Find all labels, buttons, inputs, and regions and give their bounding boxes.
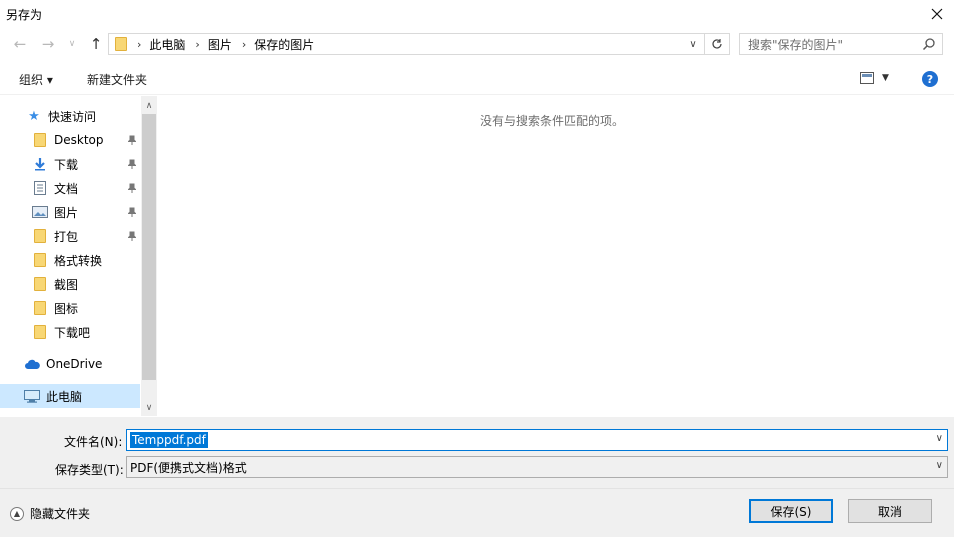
divider <box>0 488 954 489</box>
filetype-select[interactable]: PDF(便携式文档)格式 ∨ <box>126 456 948 478</box>
breadcrumb-pictures[interactable]: 图片 <box>208 36 232 53</box>
address-dropdown-button[interactable]: ∨ <box>683 34 703 54</box>
refresh-button[interactable] <box>704 33 729 55</box>
close-icon <box>931 8 943 20</box>
filename-value: Temppdf.pdf <box>130 432 208 448</box>
window-title: 另存为 <box>6 8 43 22</box>
navigation-pane: ★ 快速访问 Desktop 下载 文档 图片 打包 格式转换 截图 图标 下载… <box>0 96 157 416</box>
new-folder-button[interactable]: 新建文件夹 <box>87 71 147 88</box>
folder-icon <box>115 37 127 51</box>
chevron-up-icon: ∧ <box>145 101 153 111</box>
sidebar-item-desktop[interactable]: Desktop <box>32 128 140 152</box>
filename-label: 文件名(N): <box>64 435 123 449</box>
sidebar-item-screenshots[interactable]: 截图 <box>32 272 140 296</box>
download-arrow-icon <box>32 156 48 172</box>
breadcrumb-this-pc[interactable]: 此电脑 <box>149 36 185 53</box>
folder-icon <box>34 325 46 339</box>
sidebar-item-format-convert[interactable]: 格式转换 <box>32 248 140 272</box>
search-icon <box>922 38 935 51</box>
sidebar-item-pack[interactable]: 打包 <box>32 224 140 248</box>
up-arrow-icon: ↑ <box>89 35 103 53</box>
folder-icon <box>34 301 46 315</box>
pin-icon <box>127 230 137 244</box>
view-icon <box>860 72 874 84</box>
filetype-value: PDF(便携式文档)格式 <box>130 460 247 475</box>
forward-button[interactable]: → <box>38 34 58 54</box>
chevron-right-icon: › <box>137 37 142 51</box>
document-icon <box>32 180 48 196</box>
filename-field[interactable]: Temppdf.pdf ∨ <box>126 429 948 451</box>
hide-folders-button[interactable]: ▲ 隐藏文件夹 <box>10 505 90 522</box>
search-placeholder: 搜索"保存的图片" <box>748 37 844 52</box>
sidebar-item-this-pc[interactable]: 此电脑 <box>0 384 140 408</box>
up-button[interactable]: ↑ <box>86 34 106 54</box>
save-button[interactable]: 保存(S) <box>749 499 833 523</box>
chevron-down-icon: ∨ <box>145 403 153 413</box>
chevron-down-icon: ∨ <box>689 38 697 50</box>
cloud-icon <box>24 356 40 372</box>
hide-folders-label: 隐藏文件夹 <box>30 507 91 521</box>
toolbar: 组织 ▾ 新建文件夹 ▼ ? <box>0 64 954 95</box>
sidebar-item-icons[interactable]: 图标 <box>32 296 140 320</box>
chevron-down-icon: ∨ <box>935 433 943 444</box>
sidebar-item-label: Desktop <box>54 133 104 147</box>
sidebar-item-label: 打包 <box>54 229 79 244</box>
chevron-down-icon: ▼ <box>882 73 889 83</box>
title-bar: 另存为 <box>0 0 954 28</box>
folder-icon <box>34 229 46 243</box>
sidebar-item-label: 下载 <box>54 157 79 172</box>
folder-icon <box>34 133 46 147</box>
organize-button[interactable]: 组织 ▾ <box>19 71 53 88</box>
pin-icon <box>127 134 137 148</box>
help-icon: ? <box>926 72 934 86</box>
sidebar-item-pictures[interactable]: 图片 <box>32 200 140 224</box>
sidebar-item-documents[interactable]: 文档 <box>32 176 140 200</box>
pin-icon <box>127 158 137 172</box>
sidebar-item-xiazaiba[interactable]: 下载吧 <box>32 320 140 344</box>
cancel-button[interactable]: 取消 <box>848 499 932 523</box>
back-button[interactable]: ← <box>10 34 30 54</box>
sidebar-item-label: 图标 <box>54 301 79 316</box>
filetype-label: 保存类型(T): <box>55 463 124 477</box>
scrollbar-thumb[interactable] <box>142 114 156 380</box>
help-button[interactable]: ? <box>922 71 938 87</box>
chevron-down-icon: ∨ <box>935 460 943 471</box>
file-list[interactable] <box>157 96 954 416</box>
chevron-down-icon: ∨ <box>68 39 76 49</box>
recent-locations-button[interactable]: ∨ <box>62 34 82 54</box>
chevron-right-icon: › <box>195 37 200 51</box>
folder-icon <box>34 253 46 267</box>
sidebar-item-label: OneDrive <box>46 357 103 371</box>
view-options-button[interactable]: ▼ <box>860 72 889 84</box>
sidebar-item-label: 图片 <box>54 205 79 220</box>
refresh-icon <box>712 39 722 49</box>
sidebar-item-onedrive[interactable]: OneDrive <box>24 352 140 376</box>
address-bar[interactable]: › 此电脑 › 图片 › 保存的图片 ∨ <box>108 33 730 55</box>
chevron-right-icon: › <box>241 37 247 51</box>
sidebar-item-label: 格式转换 <box>54 253 103 268</box>
scroll-up-button[interactable]: ∧ <box>142 100 156 112</box>
breadcrumb-saved-pictures[interactable]: 保存的图片 <box>254 36 314 53</box>
sidebar-item-downloads[interactable]: 下载 <box>32 152 140 176</box>
sidebar-item-label: 截图 <box>54 277 79 292</box>
search-input[interactable]: 搜索"保存的图片" <box>739 33 943 55</box>
close-button[interactable] <box>920 0 954 28</box>
back-arrow-icon: ← <box>13 35 27 53</box>
sidebar-item-label: 此电脑 <box>46 389 83 404</box>
empty-message: 没有与搜索条件匹配的项。 <box>479 114 624 128</box>
sidebar-item-label: 文档 <box>54 181 79 196</box>
chevron-up-icon: ▲ <box>10 506 24 521</box>
forward-arrow-icon: → <box>41 35 55 53</box>
pin-icon <box>127 206 137 220</box>
sidebar-item-label: 下载吧 <box>54 325 91 340</box>
pin-icon <box>127 182 137 196</box>
scroll-down-button[interactable]: ∨ <box>142 402 156 414</box>
computer-icon <box>24 388 40 404</box>
folder-icon <box>34 277 46 291</box>
pictures-icon <box>32 204 48 220</box>
